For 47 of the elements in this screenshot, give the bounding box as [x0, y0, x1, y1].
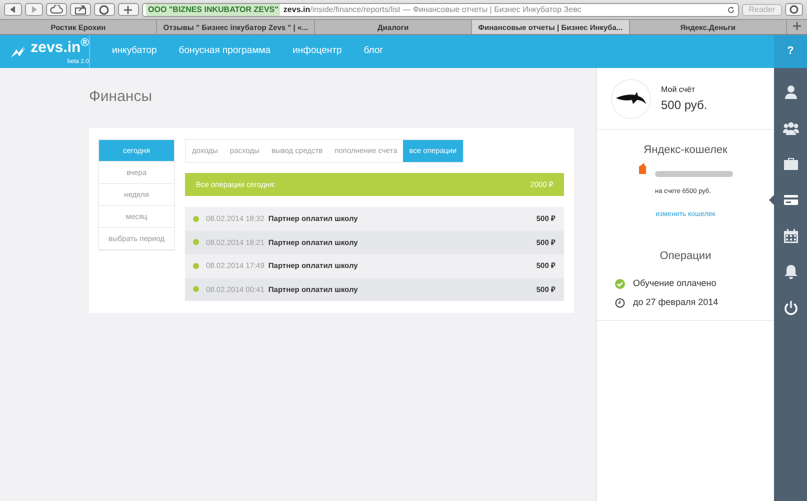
status-dot-icon — [193, 286, 199, 292]
wallet-title: Яндекс-кошелек — [642, 143, 728, 158]
user-icon — [782, 84, 798, 100]
operations-title: Операции — [658, 249, 712, 264]
lightning-logo-icon — [10, 44, 27, 58]
page-title: Финансы — [89, 88, 153, 106]
card-icon — [782, 192, 798, 208]
cloud-button[interactable] — [46, 3, 67, 16]
briefcase-icon — [782, 156, 798, 172]
power-icon — [782, 300, 798, 316]
status-text: до 27 февраля 2014 — [633, 296, 718, 310]
plus-button[interactable] — [118, 3, 139, 16]
secure-site-label: ООО "BIZNES INKUBATOR ZEVS" — [146, 4, 280, 16]
downloads-button[interactable] — [785, 3, 803, 16]
status-dot-icon — [193, 216, 199, 222]
url-text: zevs.in/inside/finance/reports/list — Финансовые отчеты | Бизнес Инкубатор Зевс — [283, 4, 582, 16]
share-button[interactable] — [70, 3, 91, 16]
shark-icon — [615, 92, 647, 106]
address-bar[interactable]: ООО "BIZNES INKUBATOR ZEVS" zevs.in/inside/finance/reports/list — Финансовые отчеты | Бизнес Инкубатор Зевс — [142, 2, 739, 16]
status-dot-icon — [193, 239, 199, 246]
forward-button[interactable] — [25, 3, 43, 16]
account-label: Мой счёт — [661, 84, 696, 96]
forward-icon — [29, 5, 39, 14]
back-button[interactable] — [4, 3, 22, 16]
stop-button[interactable] — [94, 3, 115, 16]
share-icon — [74, 4, 87, 14]
cloud-icon — [50, 4, 63, 14]
calendar-icon — [782, 228, 798, 244]
back-icon — [8, 5, 18, 14]
check-circle-icon — [615, 278, 625, 288]
reload-icon[interactable] — [726, 6, 735, 14]
group-icon — [782, 120, 798, 136]
nav-link[interactable]: инфоцентр — [292, 44, 342, 59]
plus-icon — [122, 4, 135, 14]
status-dot-icon — [193, 262, 199, 269]
nav-link[interactable]: инкубатор — [112, 44, 157, 59]
new-tab-icon[interactable] — [793, 22, 802, 30]
help-button[interactable]: ? — [774, 35, 807, 68]
logo-text: zevs.in$^{®}$ — [30, 39, 89, 56]
bell-icon — [782, 264, 798, 280]
wallet-icon — [638, 162, 647, 174]
reader-button[interactable]: Reader — [742, 4, 782, 16]
account-balance: 500 руб. — [661, 97, 708, 114]
nav-link[interactable]: блог — [364, 44, 384, 59]
clock-icon — [615, 298, 625, 308]
nav-link[interactable]: бонусная программа — [178, 44, 271, 59]
status-text: Обучение оплачено — [633, 276, 716, 290]
